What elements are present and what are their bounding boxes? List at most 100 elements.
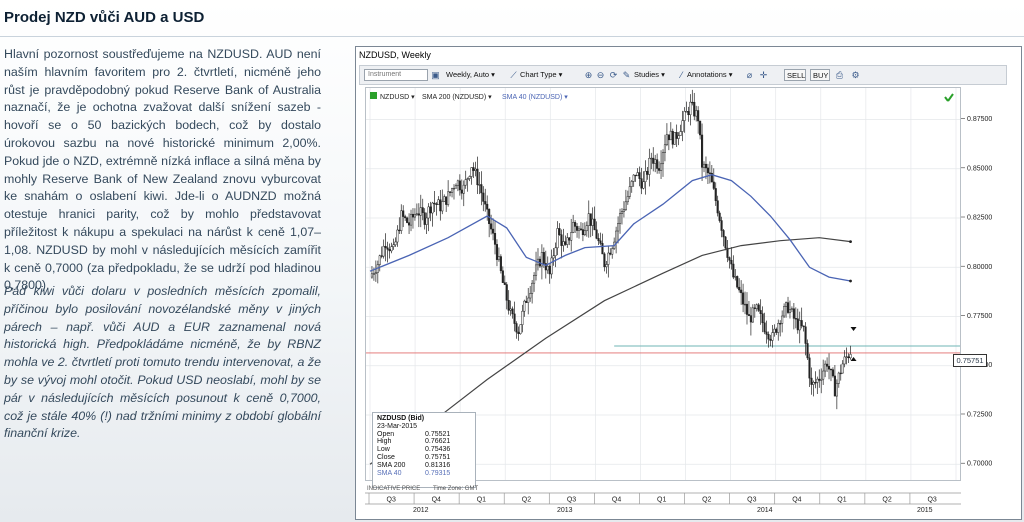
candle-body — [720, 220, 723, 231]
candle-body — [423, 212, 426, 225]
year-label: 2013 — [557, 507, 573, 514]
legend-entry[interactable]: SMA 200 (NZDUSD) ▾ — [422, 94, 492, 101]
candle-body — [632, 174, 635, 182]
info-value: 0.75436 — [425, 446, 451, 454]
candle-body — [765, 331, 768, 335]
candle-body — [759, 310, 762, 314]
price-triangle-marker — [850, 326, 857, 331]
candle-body — [794, 318, 797, 320]
sell-button[interactable]: SELL — [784, 69, 806, 81]
candle-body — [529, 293, 532, 299]
candle-body — [601, 243, 604, 255]
chart-type-dropdown[interactable]: Chart Type ▾ — [520, 69, 562, 81]
legend-entry[interactable]: NZDUSD ▾ — [380, 94, 415, 101]
instrument-input[interactable] — [364, 69, 428, 81]
pin-icon[interactable] — [944, 93, 954, 102]
candle-body — [609, 252, 612, 255]
candle-body — [552, 255, 555, 259]
candle-body — [458, 180, 461, 191]
candle-body — [695, 110, 698, 117]
candle-body — [572, 222, 575, 233]
legend-entry[interactable]: SMA 40 (NZDUSD) ▾ — [502, 94, 568, 101]
info-value: 0.81316 — [425, 461, 451, 469]
print-icon[interactable]: ⎙ — [834, 69, 845, 81]
candle-body — [505, 284, 508, 301]
time-axis: INDICATIVE PRICE Time Zone: GMT Q3 Q4 Q1 Q2… — [365, 486, 961, 514]
candle-body — [593, 218, 596, 231]
crosshair-icon[interactable]: ✛ — [758, 69, 769, 81]
candle-body — [589, 213, 592, 226]
candle-body — [558, 228, 561, 235]
studies-dropdown[interactable]: Studies ▾ — [634, 69, 665, 81]
candle-body — [675, 132, 678, 139]
refresh-icon[interactable]: ⟳ — [608, 69, 619, 81]
candle-body — [716, 200, 719, 214]
zoom-in-icon[interactable]: ⊕ — [583, 69, 594, 81]
candle-body — [701, 134, 704, 168]
candle-body — [577, 228, 581, 231]
annotations-dropdown[interactable]: Annotations ▾ — [687, 69, 732, 81]
candle-body — [747, 314, 750, 316]
candle-body — [732, 263, 735, 278]
candle-body — [591, 218, 594, 226]
candle-body — [402, 210, 405, 217]
eraser-icon[interactable]: ⌀ — [744, 69, 755, 81]
candle-body — [706, 167, 709, 174]
candle-body — [564, 241, 567, 245]
candle-body — [769, 338, 772, 341]
candle-body — [409, 213, 413, 226]
candle-body — [798, 320, 801, 331]
candle-body — [777, 323, 780, 333]
candle-body — [449, 191, 452, 193]
candle-body — [667, 134, 670, 141]
candle-body — [800, 320, 803, 327]
candle-body — [380, 255, 383, 257]
candle-body — [388, 249, 391, 252]
candle-body — [736, 276, 739, 288]
instrument-search-icon[interactable]: ▣ — [430, 69, 441, 81]
candle-body — [413, 214, 416, 218]
candle-body — [753, 307, 756, 309]
candle-body — [445, 196, 448, 205]
candle-body — [585, 225, 588, 232]
y-tick-label: 0.87500 — [967, 116, 992, 123]
candle-body — [708, 172, 711, 174]
candle-body — [648, 157, 651, 175]
candle-body — [443, 196, 446, 202]
y-tick-label: 0.77500 — [967, 313, 992, 320]
candle-body — [775, 328, 778, 333]
candle-body — [841, 363, 844, 374]
candle-body — [722, 230, 725, 238]
candle-body — [704, 163, 708, 169]
quarter-label: Q1 — [837, 497, 846, 504]
candle-body — [728, 257, 731, 261]
zoom-out-icon[interactable]: ⊖ — [595, 69, 606, 81]
candle-body — [521, 310, 524, 325]
candle-body — [702, 163, 706, 168]
candle-body — [408, 222, 411, 226]
candle-body — [624, 201, 627, 210]
settings-icon[interactable]: ⚙ — [850, 69, 861, 81]
period-dropdown[interactable]: Weekly, Auto ▾ — [446, 69, 495, 81]
page-title: Prodej NZD vůči AUD a USD — [4, 9, 205, 26]
candle-body — [499, 256, 502, 271]
nzdusd-legend-icon — [370, 92, 377, 99]
candle-body — [605, 264, 608, 268]
buy-button[interactable]: BUY — [810, 69, 830, 81]
candle-body — [714, 188, 717, 201]
candle-body — [450, 188, 454, 193]
candle-body — [849, 354, 852, 359]
candle-body — [583, 230, 586, 236]
candle-body — [396, 229, 399, 243]
candle-body — [435, 203, 438, 205]
candle-body — [786, 302, 790, 313]
info-label: Close — [377, 453, 395, 461]
candle-body — [507, 300, 510, 311]
year-label: 2012 — [413, 507, 429, 514]
candle-body — [669, 130, 672, 141]
candle-body — [513, 313, 516, 324]
candle-body — [390, 246, 393, 252]
candle-body — [501, 270, 504, 283]
candle-body — [771, 332, 774, 341]
candle-body — [689, 101, 692, 116]
